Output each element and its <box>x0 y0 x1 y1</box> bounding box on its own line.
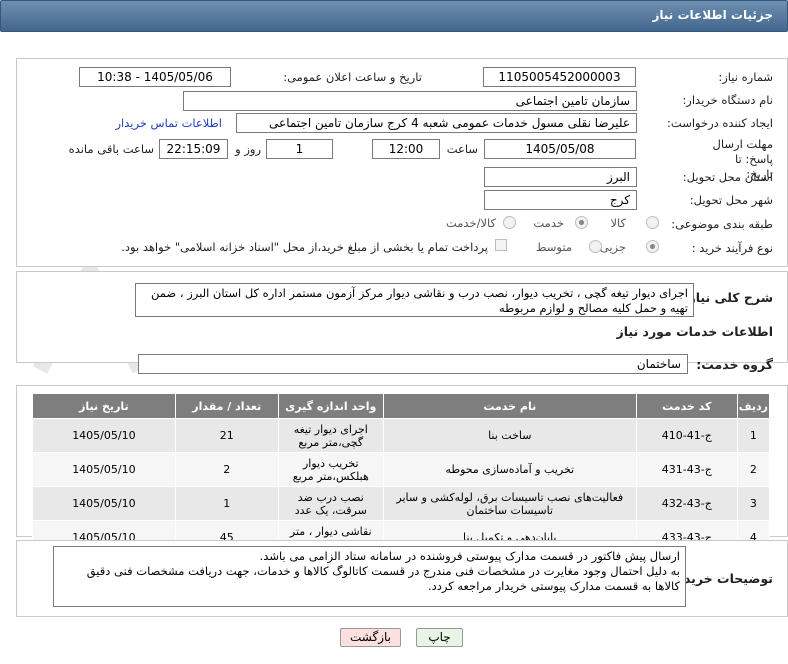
row-index: 3 <box>736 486 771 521</box>
service-group-field: ساختمان <box>138 354 688 374</box>
description-textarea: اجرای دیوار تیغه گچی ، تخریب دیوار، نصب … <box>135 283 694 317</box>
description-label: شرح کلی نیاز: <box>683 290 773 305</box>
row-name: فعالیت‌های نصب تاسیسات برق، لوله‌کشی و س… <box>382 486 637 521</box>
col-index: ردیف <box>736 393 771 419</box>
category-goods-radio[interactable] <box>646 216 659 229</box>
row-name: تخریب و آماده‌سازی محوطه <box>382 452 637 487</box>
row-date: 1405/05/10 <box>32 418 176 453</box>
page-title: جزئیات اطلاعات نیاز <box>652 8 773 22</box>
need-number-field: 1105005452000003 <box>483 67 636 87</box>
row-qty: 2 <box>174 452 279 487</box>
services-section-title: اطلاعات خدمات مورد نیاز <box>616 324 774 339</box>
row-qty: 1 <box>174 486 279 521</box>
back-button[interactable]: بازگشت <box>340 628 401 647</box>
row-qty: 21 <box>174 418 279 453</box>
city-field: کرج <box>484 190 637 210</box>
deadline-time-label: ساعت <box>446 142 478 156</box>
treasury-payment-note: پرداخت تمام یا بخشی از مبلغ خرید،از محل … <box>121 240 488 254</box>
requester-field: علیرضا نقلی مسول خدمات عمومی شعبه 4 کرج … <box>236 113 637 133</box>
time-remaining-label: ساعت باقی مانده <box>68 142 154 156</box>
requester-label: ایجاد کننده درخواست: <box>667 116 773 130</box>
row-index: 2 <box>736 452 771 487</box>
announce-datetime-label: تاریخ و ساعت اعلان عمومی: <box>283 70 422 84</box>
province-label: استان محل تحویل: <box>682 170 773 184</box>
col-unit: واحد اندازه گیری <box>277 393 384 419</box>
deadline-time-field: 12:00 <box>372 139 440 159</box>
row-date: 1405/05/10 <box>32 452 176 487</box>
row-unit: نصب درب ضد سرقت، یک عدد <box>277 486 384 521</box>
services-table: ردیف کد خدمت نام خدمت واحد اندازه گیری ت… <box>32 393 771 555</box>
category-both-label: کالا/خدمت <box>445 216 496 230</box>
row-index: 1 <box>736 418 771 453</box>
process-label: نوع فرآیند خرید : <box>691 241 773 255</box>
process-medium-label: متوسط <box>535 240 572 254</box>
row-unit: اجرای دیوار تیغه گچی،متر مربع <box>277 418 384 453</box>
table-row: 3 ج-43-432 فعالیت‌های نصب تاسیسات برق، ل… <box>32 486 771 521</box>
row-unit: تخریب دیوار هبلکس،متر مربع <box>277 452 384 487</box>
category-goods-label: کالا <box>610 216 626 230</box>
col-date: تاریخ نیاز <box>32 393 176 419</box>
col-qty: تعداد / مقدار <box>174 393 279 419</box>
page-header: جزئیات اطلاعات نیاز <box>0 0 788 32</box>
category-both-radio[interactable] <box>503 216 516 229</box>
row-name: ساخت بنا <box>382 418 637 453</box>
treasury-payment-checkbox[interactable] <box>495 239 507 251</box>
province-field: البرز <box>484 167 637 187</box>
buyer-org-label: نام دستگاه خریدار: <box>682 93 773 107</box>
print-button[interactable]: چاپ <box>416 628 463 647</box>
category-label: طبقه بندی موضوعی: <box>671 217 773 231</box>
col-name: نام خدمت <box>382 393 637 419</box>
buyer-notes-textarea: ارسال پیش فاکتور در قسمت مدارک پیوستی فر… <box>53 546 686 607</box>
announce-datetime-field: 1405/05/06 - 10:38 <box>79 67 231 87</box>
city-label: شهر محل تحویل: <box>689 193 773 207</box>
service-group-label: گروه خدمت: <box>696 357 773 372</box>
days-remaining-field: 1 <box>266 139 333 159</box>
services-table-header: ردیف کد خدمت نام خدمت واحد اندازه گیری ت… <box>32 393 771 419</box>
category-service-radio[interactable] <box>575 216 588 229</box>
table-row: 2 ج-43-431 تخریب و آماده‌سازی محوطه تخری… <box>32 452 771 487</box>
category-service-label: خدمت <box>533 216 564 230</box>
row-code: ج-43-431 <box>635 452 738 487</box>
process-minor-radio[interactable] <box>646 240 659 253</box>
process-minor-label: جزیی <box>599 240 626 254</box>
table-row: 1 ج-41-410 ساخت بنا اجرای دیوار تیغه گچی… <box>32 418 771 453</box>
process-medium-radio[interactable] <box>589 240 602 253</box>
need-number-label: شماره نیاز: <box>718 70 773 84</box>
row-code: ج-41-410 <box>635 418 738 453</box>
col-code: کد خدمت <box>635 393 738 419</box>
deadline-date-field: 1405/05/08 <box>484 139 636 159</box>
row-code: ج-43-432 <box>635 486 738 521</box>
buyer-org-field: سازمان تامین اجتماعی <box>183 91 637 111</box>
buyer-contact-link[interactable]: اطلاعات تماس خریدار <box>115 116 222 130</box>
days-label: روز و <box>235 142 261 156</box>
need-info-panel <box>16 58 788 267</box>
time-remaining-field: 22:15:09 <box>159 139 228 159</box>
row-date: 1405/05/10 <box>32 486 176 521</box>
